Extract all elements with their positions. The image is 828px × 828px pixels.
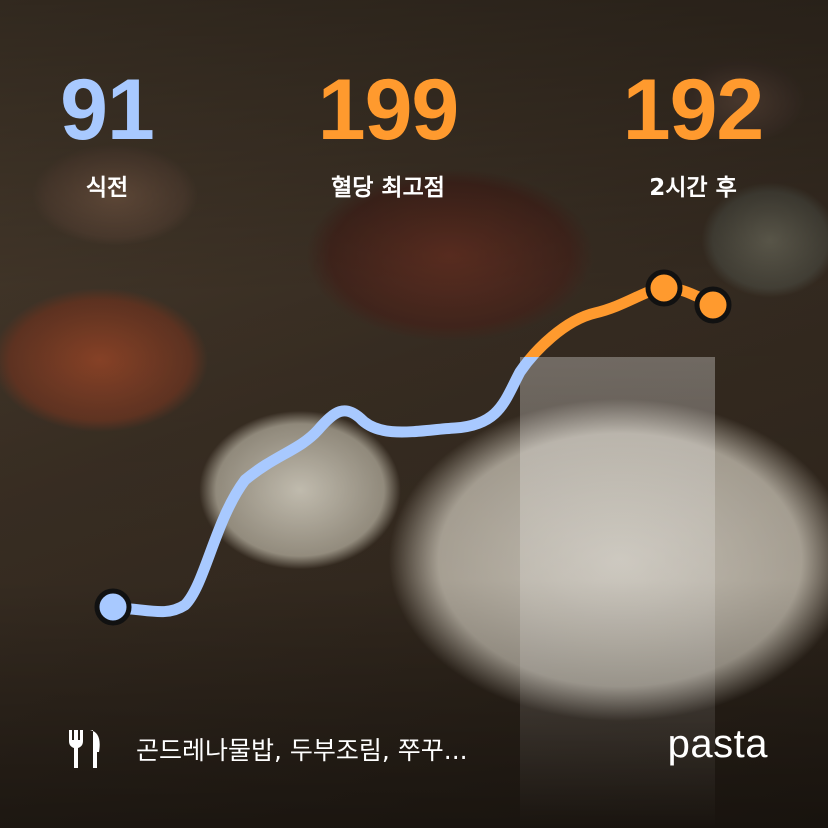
- glucose-curve-chart: [94, 269, 732, 828]
- meal-description: 곤드레나물밥, 두부조림, 쭈꾸...: [136, 736, 468, 765]
- two-hours-after-marker: [694, 286, 732, 324]
- before-meal-marker: [94, 588, 132, 626]
- fork-knife-icon: [69, 730, 100, 768]
- glucose-share-card: 91 식전 199 혈당 최고점 192 2시간 후 곤드레나물밥, 두부조림,…: [0, 0, 828, 828]
- meal-footer: 곤드레나물밥, 두부조림, 쭈꾸...: [66, 728, 468, 770]
- peak-marker: [645, 269, 683, 307]
- brand-logo: pasta: [667, 722, 768, 766]
